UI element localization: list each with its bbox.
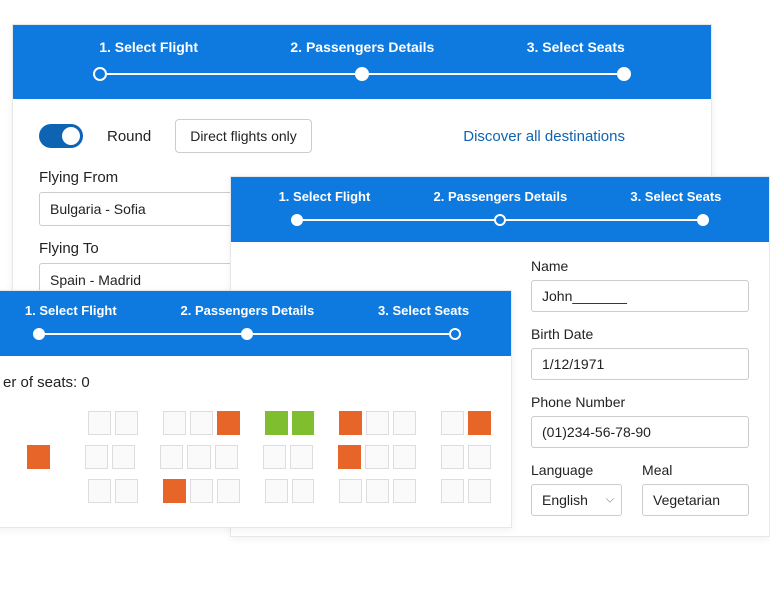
seat[interactable]	[115, 411, 138, 435]
seat[interactable]	[190, 479, 213, 503]
language-select[interactable]: English	[531, 484, 622, 516]
step-connector	[506, 219, 697, 221]
seat[interactable]	[441, 411, 464, 435]
seat-selected[interactable]	[292, 411, 315, 435]
step-connector	[45, 333, 241, 335]
step-2-dot[interactable]	[241, 328, 253, 340]
phone-label: Phone Number	[531, 394, 749, 410]
seat[interactable]	[263, 445, 286, 469]
seat[interactable]	[115, 479, 138, 503]
seat-selected[interactable]	[265, 411, 288, 435]
flying-from-input[interactable]	[39, 192, 259, 226]
seats-count-label: er of seats: 0	[3, 374, 491, 391]
round-trip-label: Round	[107, 128, 151, 145]
seat[interactable]	[468, 479, 491, 503]
step-1-label: 1. Select Flight	[99, 39, 198, 55]
seat[interactable]	[160, 445, 183, 469]
seat[interactable]	[393, 411, 416, 435]
name-label: Name	[531, 258, 749, 274]
step-connector	[253, 333, 449, 335]
step-connector	[303, 219, 494, 221]
round-trip-toggle[interactable]	[39, 124, 83, 148]
seat-occupied[interactable]	[163, 479, 186, 503]
seat[interactable]	[366, 411, 389, 435]
step-connector	[107, 73, 355, 75]
seat-occupied[interactable]	[217, 411, 240, 435]
step-2-label: 2. Passengers Details	[290, 39, 434, 55]
discover-destinations-link[interactable]: Discover all destinations	[463, 128, 625, 145]
select-seats-card: 1. Select Flight 2. Passengers Details 3…	[0, 290, 512, 528]
seat-map	[3, 411, 491, 503]
seat-row	[27, 445, 491, 469]
phone-input[interactable]	[531, 416, 749, 448]
step-2-dot[interactable]	[494, 214, 506, 226]
birthdate-label: Birth Date	[531, 326, 749, 342]
step-3-label: 3. Select Seats	[630, 189, 721, 204]
seat[interactable]	[468, 445, 491, 469]
step-2-label: 2. Passengers Details	[433, 189, 567, 204]
seat-occupied[interactable]	[468, 411, 491, 435]
seat[interactable]	[290, 445, 313, 469]
seat[interactable]	[88, 411, 111, 435]
seat[interactable]	[215, 445, 238, 469]
seat[interactable]	[112, 445, 135, 469]
step-3-dot[interactable]	[617, 67, 631, 81]
step-1-dot[interactable]	[291, 214, 303, 226]
seat[interactable]	[292, 479, 315, 503]
step-1-dot[interactable]	[93, 67, 107, 81]
seat-row	[27, 411, 491, 435]
seat-occupied[interactable]	[339, 411, 362, 435]
step-3-label: 3. Select Seats	[378, 303, 469, 318]
seat[interactable]	[339, 479, 362, 503]
seat-occupied[interactable]	[338, 445, 361, 469]
language-label: Language	[531, 462, 622, 478]
seat-row	[27, 479, 491, 503]
seat[interactable]	[163, 411, 186, 435]
step-3-dot[interactable]	[449, 328, 461, 340]
name-input[interactable]	[531, 280, 749, 312]
stepper: 1. Select Flight 2. Passengers Details 3…	[0, 291, 511, 356]
step-2-dot[interactable]	[355, 67, 369, 81]
seat[interactable]	[366, 479, 389, 503]
meal-label: Meal	[642, 462, 749, 478]
seat[interactable]	[393, 445, 416, 469]
seat[interactable]	[88, 479, 111, 503]
seat-occupied[interactable]	[27, 445, 50, 469]
seat[interactable]	[85, 445, 108, 469]
direct-flights-button[interactable]: Direct flights only	[175, 119, 312, 153]
seat[interactable]	[365, 445, 388, 469]
step-3-label: 3. Select Seats	[527, 39, 625, 55]
seat[interactable]	[393, 479, 416, 503]
seat[interactable]	[187, 445, 210, 469]
seat[interactable]	[217, 479, 240, 503]
seat[interactable]	[190, 411, 213, 435]
step-2-label: 2. Passengers Details	[180, 303, 314, 318]
step-3-dot[interactable]	[697, 214, 709, 226]
step-connector	[369, 73, 617, 75]
birthdate-input[interactable]	[531, 348, 749, 380]
stepper: 1. Select Flight 2. Passengers Details 3…	[13, 25, 711, 99]
step-1-label: 1. Select Flight	[279, 189, 371, 204]
step-1-label: 1. Select Flight	[25, 303, 117, 318]
meal-select[interactable]: Vegetarian	[642, 484, 749, 516]
seat[interactable]	[441, 445, 464, 469]
seat[interactable]	[265, 479, 288, 503]
stepper: 1. Select Flight 2. Passengers Details 3…	[231, 177, 769, 242]
seat[interactable]	[441, 479, 464, 503]
step-1-dot[interactable]	[33, 328, 45, 340]
